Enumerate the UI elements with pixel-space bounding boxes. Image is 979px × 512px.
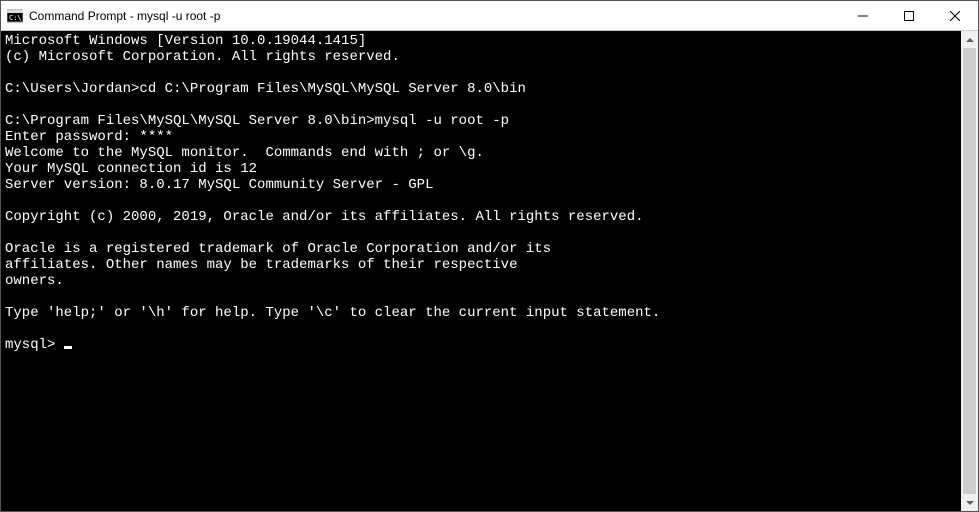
terminal-line bbox=[5, 97, 957, 113]
terminal-line bbox=[5, 65, 957, 81]
terminal-line bbox=[5, 321, 957, 337]
window-controls bbox=[840, 1, 978, 30]
terminal-line: Oracle is a registered trademark of Orac… bbox=[5, 241, 957, 257]
terminal-line: Copyright (c) 2000, 2019, Oracle and/or … bbox=[5, 209, 957, 225]
terminal-line: Server version: 8.0.17 MySQL Community S… bbox=[5, 177, 957, 193]
mysql-prompt: mysql> bbox=[5, 337, 64, 353]
terminal-line: affiliates. Other names may be trademark… bbox=[5, 257, 957, 273]
vertical-scrollbar[interactable] bbox=[961, 31, 978, 511]
close-button[interactable] bbox=[932, 1, 978, 30]
terminal-line: (c) Microsoft Corporation. All rights re… bbox=[5, 49, 957, 65]
terminal-line: Microsoft Windows [Version 10.0.19044.14… bbox=[5, 33, 957, 49]
minimize-button[interactable] bbox=[840, 1, 886, 30]
scroll-thumb[interactable] bbox=[963, 48, 976, 494]
terminal-line: owners. bbox=[5, 273, 957, 289]
maximize-button[interactable] bbox=[886, 1, 932, 30]
cmd-icon: C:\ bbox=[7, 8, 23, 24]
svg-text:C:\: C:\ bbox=[9, 14, 22, 22]
scroll-up-arrow[interactable] bbox=[961, 31, 978, 48]
terminal-line: C:\Users\Jordan>cd C:\Program Files\MySQ… bbox=[5, 81, 957, 97]
terminal-output[interactable]: Microsoft Windows [Version 10.0.19044.14… bbox=[1, 31, 961, 511]
window-title: Command Prompt - mysql -u root -p bbox=[29, 9, 840, 23]
terminal-line bbox=[5, 289, 957, 305]
cursor bbox=[64, 346, 72, 349]
terminal-line bbox=[5, 225, 957, 241]
terminal-line bbox=[5, 193, 957, 209]
terminal-line: Enter password: **** bbox=[5, 129, 957, 145]
scroll-down-arrow[interactable] bbox=[961, 494, 978, 511]
terminal-line: Your MySQL connection id is 12 bbox=[5, 161, 957, 177]
window-titlebar: C:\ Command Prompt - mysql -u root -p bbox=[1, 1, 978, 31]
terminal-prompt-line[interactable]: mysql> bbox=[5, 337, 957, 353]
terminal-wrapper: Microsoft Windows [Version 10.0.19044.14… bbox=[1, 31, 978, 511]
terminal-line: C:\Program Files\MySQL\MySQL Server 8.0\… bbox=[5, 113, 957, 129]
terminal-line: Type 'help;' or '\h' for help. Type '\c'… bbox=[5, 305, 957, 321]
scroll-track[interactable] bbox=[961, 48, 978, 494]
terminal-line: Welcome to the MySQL monitor. Commands e… bbox=[5, 145, 957, 161]
